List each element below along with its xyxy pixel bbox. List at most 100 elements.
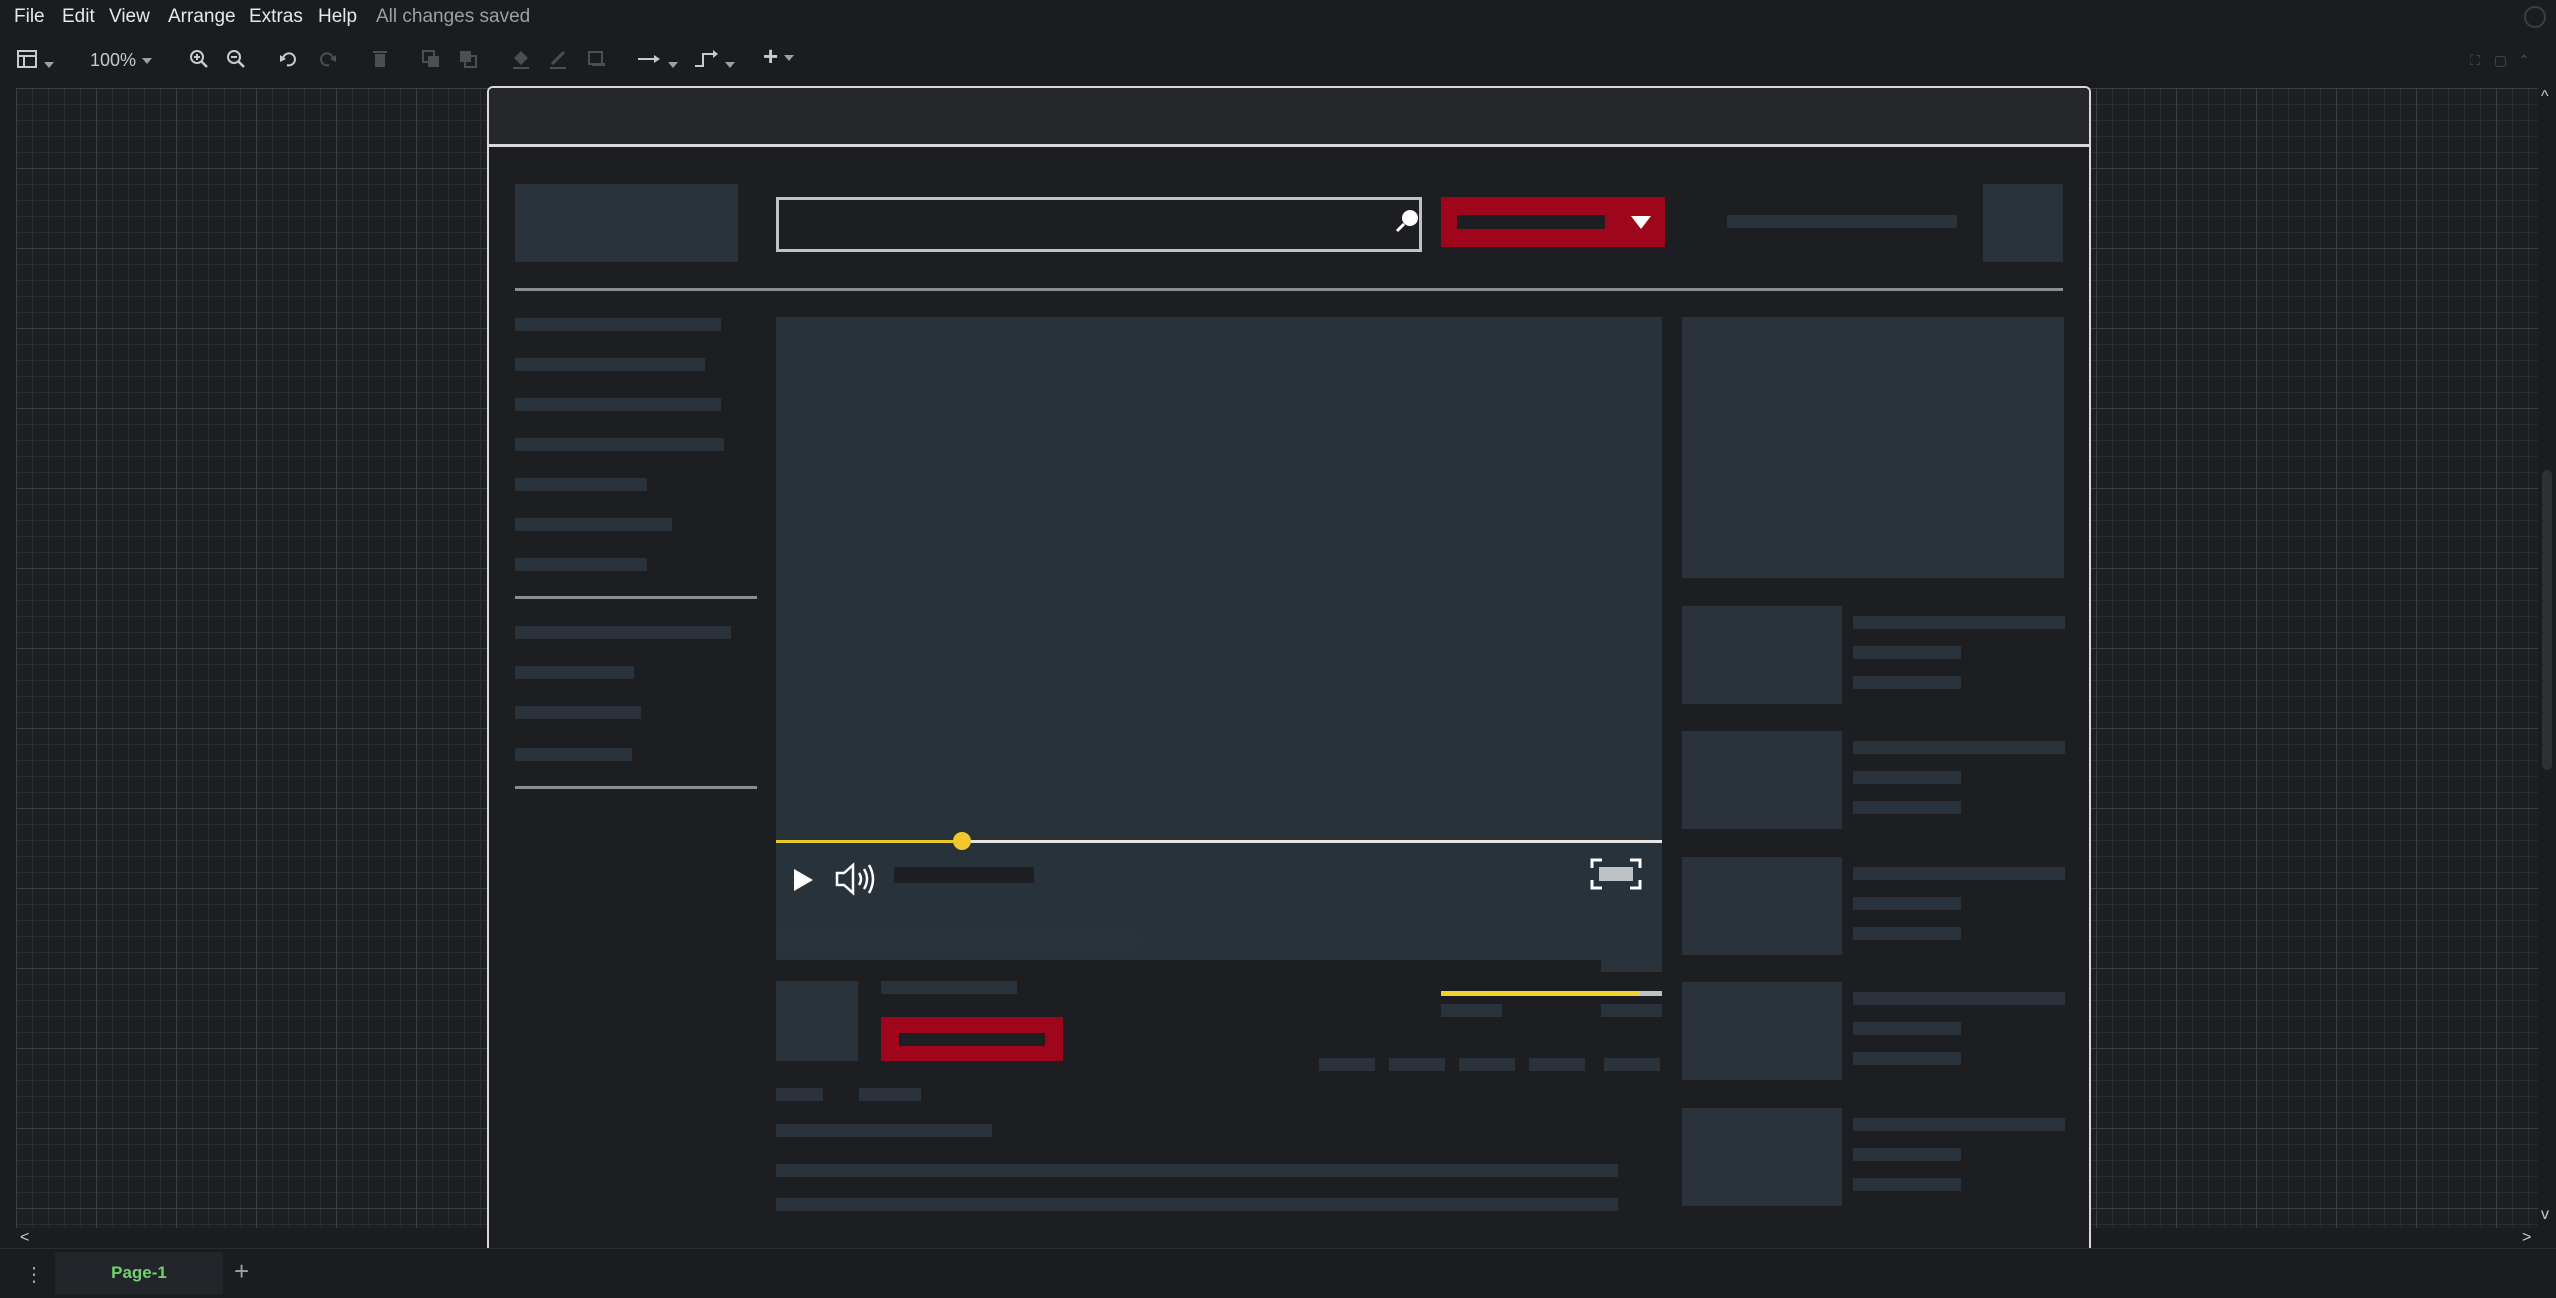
rating-bar-dislikes bbox=[1640, 991, 1662, 996]
video-page-mockup[interactable] bbox=[487, 86, 2091, 1250]
nav-item[interactable] bbox=[515, 558, 647, 571]
page-tabs-bar bbox=[0, 1248, 2556, 1298]
scroll-down-arrow-icon[interactable]: v bbox=[2541, 1206, 2549, 1224]
related-thumbnail[interactable] bbox=[1682, 982, 1842, 1080]
action-placeholder[interactable] bbox=[1604, 1058, 1660, 1071]
related-meta bbox=[1853, 1148, 1961, 1161]
menu-arrange[interactable]: Arrange bbox=[168, 6, 236, 28]
video-title-placeholder bbox=[776, 931, 1141, 948]
fullscreen-toggle-icon[interactable]: ⛶ bbox=[2470, 48, 2480, 72]
menu-view[interactable]: View bbox=[109, 6, 150, 28]
collapse-icon[interactable]: ⌃ bbox=[2518, 48, 2530, 72]
nav-item[interactable] bbox=[515, 748, 632, 761]
description-line bbox=[776, 1164, 1618, 1177]
fill-color-icon[interactable] bbox=[510, 48, 532, 76]
play-icon[interactable] bbox=[791, 867, 815, 893]
related-title[interactable] bbox=[1853, 992, 2065, 1005]
nav-divider bbox=[515, 596, 757, 599]
scroll-left-arrow-icon[interactable]: < bbox=[20, 1229, 29, 1247]
related-title[interactable] bbox=[1853, 1118, 2065, 1131]
zoom-in-icon[interactable] bbox=[188, 48, 210, 76]
rating-bar-likes bbox=[1441, 991, 1640, 996]
search-input[interactable] bbox=[776, 197, 1422, 252]
action-placeholder[interactable] bbox=[1529, 1058, 1585, 1071]
add-page-icon[interactable]: + bbox=[234, 1256, 249, 1287]
related-meta bbox=[1853, 1178, 1961, 1191]
format-panel-icon[interactable] bbox=[16, 48, 54, 76]
progress-remaining bbox=[962, 840, 1662, 843]
save-status: All changes saved bbox=[376, 6, 531, 27]
ad-placeholder bbox=[1682, 317, 2064, 578]
nav-item[interactable] bbox=[515, 398, 721, 411]
shadow-icon[interactable] bbox=[586, 48, 608, 76]
zoom-dropdown[interactable]: 100% bbox=[90, 48, 153, 72]
zoom-out-icon[interactable] bbox=[225, 48, 247, 76]
undo-icon[interactable] bbox=[278, 48, 300, 76]
action-placeholder[interactable] bbox=[1319, 1058, 1375, 1071]
redo-icon[interactable] bbox=[316, 48, 338, 76]
scroll-up-arrow-icon[interactable]: ^ bbox=[2541, 88, 2549, 106]
logo-placeholder bbox=[515, 184, 738, 262]
view-count-placeholder bbox=[1601, 959, 1662, 972]
nav-item[interactable] bbox=[515, 438, 724, 451]
dislikes-placeholder bbox=[1601, 1004, 1662, 1017]
nav-item[interactable] bbox=[515, 318, 721, 331]
connection-icon[interactable] bbox=[636, 48, 678, 76]
likes-placeholder bbox=[1441, 1004, 1502, 1017]
vertical-scroll-thumb[interactable] bbox=[2542, 470, 2552, 770]
upload-dropdown-button[interactable] bbox=[1441, 197, 1665, 247]
menu-help[interactable]: Help bbox=[318, 6, 357, 28]
progress-played bbox=[776, 840, 962, 843]
subscribe-button[interactable] bbox=[881, 1017, 1063, 1061]
search-icon bbox=[1395, 210, 1418, 233]
related-title[interactable] bbox=[1853, 867, 2065, 880]
menu-extras[interactable]: Extras bbox=[249, 6, 303, 28]
page-tab-active[interactable]: Page-1 bbox=[55, 1252, 223, 1294]
fullscreen-icon[interactable] bbox=[1590, 858, 1642, 890]
language-globe-icon[interactable] bbox=[2524, 6, 2546, 28]
related-meta bbox=[1853, 927, 1961, 940]
video-player[interactable] bbox=[776, 317, 1662, 901]
to-front-icon[interactable] bbox=[420, 48, 442, 76]
related-title[interactable] bbox=[1853, 616, 2065, 629]
related-thumbnail[interactable] bbox=[1682, 1108, 1842, 1206]
time-display bbox=[894, 867, 1034, 883]
header-divider bbox=[515, 288, 2063, 291]
related-thumbnail[interactable] bbox=[1682, 606, 1842, 704]
related-meta bbox=[1853, 646, 1961, 659]
related-thumbnail[interactable] bbox=[1682, 857, 1842, 955]
description-placeholder bbox=[776, 1124, 992, 1137]
panel-toggle-icon[interactable]: ▢ bbox=[2494, 48, 2507, 72]
to-back-icon[interactable] bbox=[457, 48, 479, 76]
avatar[interactable] bbox=[1983, 184, 2063, 262]
related-meta bbox=[1853, 1052, 1961, 1065]
toolbar: 100% + ⛶ ▢ ⌃ bbox=[0, 36, 2556, 89]
nav-item[interactable] bbox=[515, 666, 634, 679]
delete-icon[interactable] bbox=[369, 48, 391, 76]
nav-item[interactable] bbox=[515, 626, 731, 639]
channel-avatar[interactable] bbox=[776, 981, 858, 1061]
action-placeholder[interactable] bbox=[1459, 1058, 1515, 1071]
volume-icon[interactable] bbox=[835, 860, 877, 898]
line-color-icon[interactable] bbox=[547, 48, 569, 76]
related-thumbnail[interactable] bbox=[1682, 731, 1842, 829]
menu-edit[interactable]: Edit bbox=[62, 6, 95, 28]
nav-item[interactable] bbox=[515, 358, 705, 371]
progress-scrubber[interactable] bbox=[953, 832, 971, 850]
nav-item[interactable] bbox=[515, 478, 647, 491]
scroll-right-arrow-icon[interactable]: > bbox=[2522, 1229, 2531, 1247]
nav-item[interactable] bbox=[515, 706, 641, 719]
related-title[interactable] bbox=[1853, 741, 2065, 754]
action-placeholder[interactable] bbox=[1389, 1058, 1445, 1071]
upload-button-label-bar bbox=[1457, 215, 1605, 229]
left-gutter bbox=[0, 88, 16, 1228]
caret-down-icon bbox=[1631, 216, 1651, 229]
waypoints-icon[interactable] bbox=[693, 48, 735, 76]
page-menu-icon[interactable]: ⋮ bbox=[14, 1262, 54, 1286]
insert-plus-icon[interactable]: + bbox=[763, 43, 795, 69]
related-meta bbox=[1853, 676, 1961, 689]
related-meta bbox=[1853, 801, 1961, 814]
channel-name-placeholder bbox=[881, 981, 1017, 994]
nav-item[interactable] bbox=[515, 518, 672, 531]
menu-file[interactable]: File bbox=[14, 6, 45, 28]
